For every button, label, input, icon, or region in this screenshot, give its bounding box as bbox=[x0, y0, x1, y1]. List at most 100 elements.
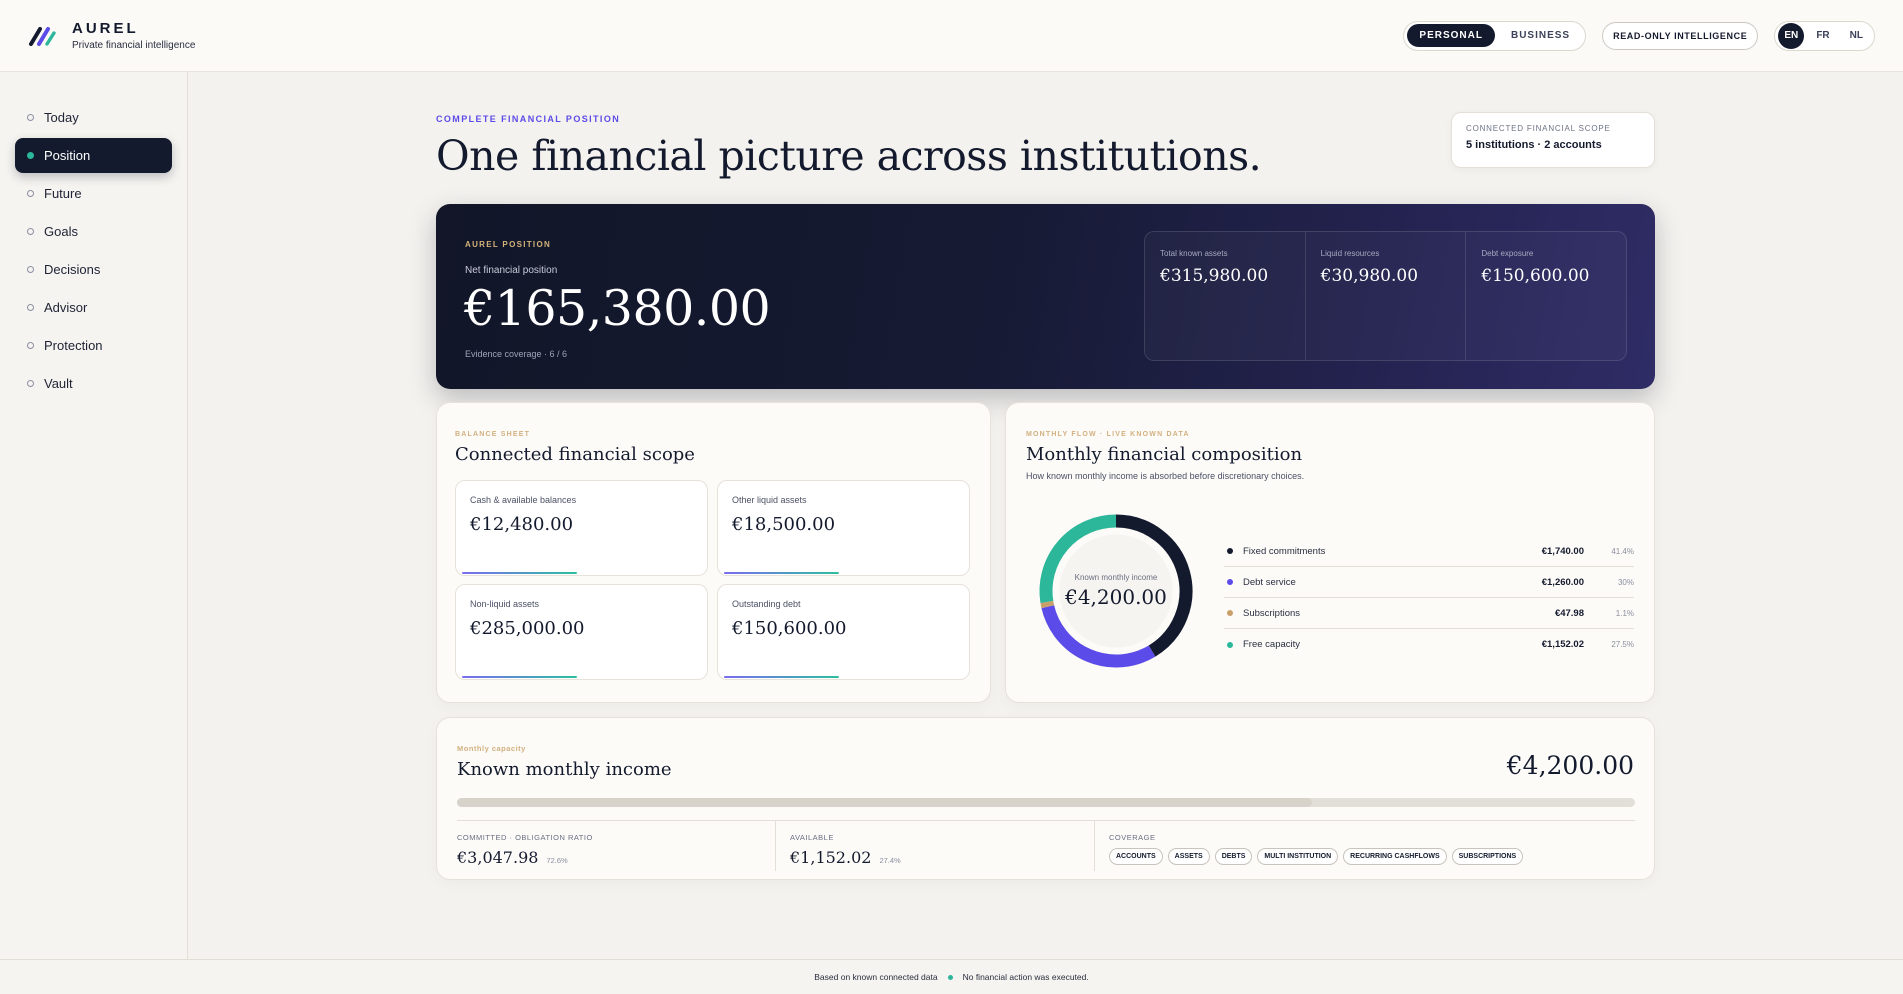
coverage-label: COVERAGE bbox=[1109, 833, 1156, 842]
mode-business-button[interactable]: BUSINESS bbox=[1499, 24, 1582, 47]
metric-label: Liquid resources bbox=[1320, 249, 1380, 258]
sidebar-item-protection[interactable]: Protection bbox=[15, 328, 172, 363]
read-only-badge[interactable]: READ-ONLY INTELLIGENCE bbox=[1602, 21, 1759, 50]
sidebar-item-label: Protection bbox=[44, 338, 103, 353]
legend-row-subscriptions[interactable]: Subscriptions €47.98 1.1% bbox=[1224, 598, 1634, 629]
available-pct: 27.4% bbox=[879, 856, 901, 865]
sidebar: Today Position Future Goals Decisions Ad… bbox=[0, 72, 188, 959]
coverage-chip[interactable]: MULTI INSTITUTION bbox=[1257, 848, 1339, 865]
bs-cash-box[interactable]: Cash & available balances €12,480.00 bbox=[455, 480, 708, 576]
monthly-flow-subtitle: How known monthly income is absorbed bef… bbox=[1026, 471, 1305, 481]
lang-fr-button[interactable]: FR bbox=[1808, 24, 1837, 47]
nav-dot-icon bbox=[27, 190, 34, 197]
metric-liquid-resources: Liquid resources €30,980.00 bbox=[1306, 232, 1467, 360]
sidebar-item-label: Advisor bbox=[44, 300, 88, 315]
available-value: €1,152.02 bbox=[790, 848, 872, 867]
legend-value: €1,260.00 bbox=[1541, 576, 1584, 588]
bs-label: Non-liquid assets bbox=[470, 599, 540, 609]
bs-value: €285,000.00 bbox=[470, 618, 585, 639]
coverage-chip[interactable]: ACCOUNTS bbox=[1109, 848, 1163, 865]
net-position-value: €165,380.00 bbox=[464, 280, 771, 337]
metric-value: €150,600.00 bbox=[1481, 266, 1590, 286]
bs-label: Outstanding debt bbox=[732, 599, 801, 609]
sidebar-item-decisions[interactable]: Decisions bbox=[15, 252, 172, 287]
legend-value: €47.98 bbox=[1554, 607, 1584, 619]
sidebar-item-label: Today bbox=[44, 110, 79, 125]
monthly-flow-title: Monthly financial composition bbox=[1026, 444, 1303, 465]
bs-other-liquid-box[interactable]: Other liquid assets €18,500.00 bbox=[717, 480, 970, 576]
coverage-column: COVERAGE ACCOUNTS ASSETS DEBTS MULTI INS… bbox=[1095, 821, 1635, 871]
legend-label: Debt service bbox=[1243, 576, 1296, 588]
legend-dot-icon bbox=[1227, 579, 1233, 585]
legend-row-debt-service[interactable]: Debt service €1,260.00 30% bbox=[1224, 567, 1634, 598]
sidebar-item-position[interactable]: Position bbox=[15, 138, 172, 173]
sidebar-item-label: Position bbox=[44, 148, 91, 163]
balance-sheet-eyebrow: BALANCE SHEET bbox=[455, 431, 531, 438]
brand[interactable]: AUREL Private financial intelligence bbox=[28, 20, 195, 51]
legend-value: €1,740.00 bbox=[1541, 545, 1584, 557]
legend-row-fixed-commitments[interactable]: Fixed commitments €1,740.00 41.4% bbox=[1224, 536, 1634, 567]
sidebar-item-future[interactable]: Future bbox=[15, 176, 172, 211]
committed-pct: 72.6% bbox=[546, 856, 568, 865]
coverage-chip[interactable]: RECURRING CASHFLOWS bbox=[1343, 848, 1447, 865]
lang-nl-button[interactable]: NL bbox=[1842, 24, 1871, 47]
position-label: Net financial position bbox=[465, 265, 558, 276]
sidebar-item-advisor[interactable]: Advisor bbox=[15, 290, 172, 325]
brand-name: AUREL bbox=[72, 20, 139, 37]
connected-scope-card[interactable]: CONNECTED FINANCIAL SCOPE 5 institutions… bbox=[1451, 112, 1655, 168]
income-amount: €4,200.00 bbox=[1506, 751, 1634, 780]
donut-center-value: €4,200.00 bbox=[1065, 585, 1167, 609]
lang-en-button[interactable]: EN bbox=[1778, 22, 1805, 49]
sidebar-item-label: Future bbox=[44, 186, 82, 201]
legend-dot-icon bbox=[1227, 548, 1233, 554]
nav-dot-icon bbox=[27, 114, 34, 121]
income-title: Known monthly income bbox=[457, 759, 672, 780]
legend-pct: 41.4% bbox=[1611, 546, 1634, 556]
sidebar-item-today[interactable]: Today bbox=[15, 100, 172, 135]
legend-label: Fixed commitments bbox=[1243, 545, 1326, 557]
legend-label: Free capacity bbox=[1243, 639, 1301, 650]
coverage-chip[interactable]: ASSETS bbox=[1167, 848, 1210, 865]
monthly-income-card: Monthly capacity Known monthly income €4… bbox=[436, 717, 1655, 880]
nav-dot-icon bbox=[27, 342, 34, 349]
coverage-chip[interactable]: SUBSCRIPTIONS bbox=[1451, 848, 1524, 865]
scope-label: CONNECTED FINANCIAL SCOPE bbox=[1466, 124, 1611, 133]
hero-eyebrow: COMPLETE FINANCIAL POSITION bbox=[436, 114, 621, 124]
income-breakdown: COMMITTED · OBLIGATION RATIO €3,047.98 72… bbox=[457, 820, 1635, 871]
bs-accent-bar bbox=[724, 572, 839, 574]
metric-value: €315,980.00 bbox=[1160, 266, 1269, 286]
donut-center-label: Known monthly income bbox=[1074, 573, 1158, 582]
nav-dot-icon bbox=[27, 152, 34, 159]
legend-pct: 27.5% bbox=[1611, 640, 1634, 649]
main-content: COMPLETE FINANCIAL POSITION One financia… bbox=[189, 72, 1903, 959]
sidebar-item-label: Goals bbox=[44, 224, 78, 239]
footer: Based on known connected data No financi… bbox=[0, 959, 1903, 994]
composition-legend: Fixed commitments €1,740.00 41.4% Debt s… bbox=[1224, 536, 1634, 660]
nav-dot-icon bbox=[27, 228, 34, 235]
committed-column: COMMITTED · OBLIGATION RATIO €3,047.98 72… bbox=[457, 821, 776, 871]
legend-pct: 30% bbox=[1617, 577, 1634, 587]
top-bar: AUREL Private financial intelligence PER… bbox=[0, 0, 1903, 72]
bs-debt-box[interactable]: Outstanding debt €150,600.00 bbox=[717, 584, 970, 680]
footer-dot-icon bbox=[947, 974, 953, 980]
balance-sheet-title: Connected financial scope bbox=[455, 444, 695, 465]
page-title: One financial picture across institution… bbox=[436, 132, 1262, 180]
bs-non-liquid-box[interactable]: Non-liquid assets €285,000.00 bbox=[455, 584, 708, 680]
bs-value: €12,480.00 bbox=[470, 514, 574, 535]
bs-value: €18,500.00 bbox=[732, 514, 836, 535]
legend-row-free-capacity[interactable]: Free capacity €1,152.02 27.5% bbox=[1224, 629, 1634, 660]
brand-tagline: Private financial intelligence bbox=[72, 40, 196, 51]
coverage-chip[interactable]: DEBTS bbox=[1214, 848, 1253, 865]
brand-logo-icon bbox=[28, 25, 60, 47]
mode-personal-button[interactable]: PERSONAL bbox=[1407, 24, 1495, 47]
sidebar-item-vault[interactable]: Vault bbox=[15, 366, 172, 401]
bs-accent-bar bbox=[462, 676, 577, 678]
legend-value: €1,152.02 bbox=[1541, 639, 1584, 650]
evidence-coverage: Evidence coverage · 6 / 6 bbox=[465, 349, 568, 359]
sidebar-item-goals[interactable]: Goals bbox=[15, 214, 172, 249]
metric-total-assets: Total known assets €315,980.00 bbox=[1145, 232, 1306, 360]
position-card: AUREL POSITION Net financial position €1… bbox=[436, 204, 1655, 389]
balance-sheet-card: BALANCE SHEET Connected financial scope … bbox=[436, 402, 991, 703]
available-label: AVAILABLE bbox=[790, 833, 834, 842]
coverage-chips: ACCOUNTS ASSETS DEBTS MULTI INSTITUTION … bbox=[1109, 848, 1635, 865]
